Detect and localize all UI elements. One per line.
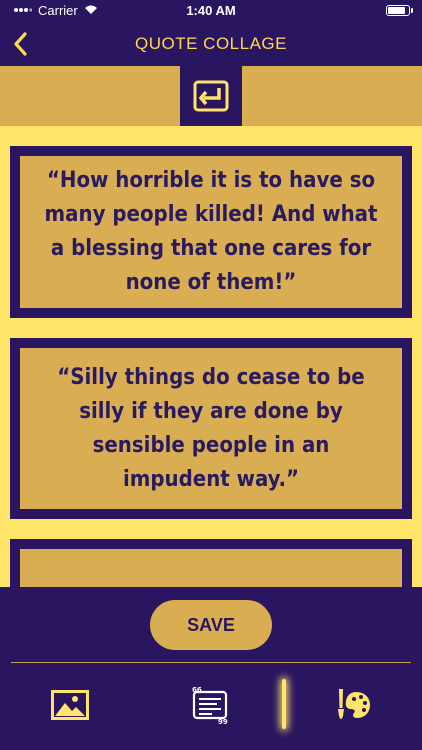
image-icon xyxy=(51,690,89,720)
battery-icon xyxy=(386,5,413,16)
nav-bar: QUOTE COLLAGE xyxy=(0,22,422,66)
page-title: QUOTE COLLAGE xyxy=(135,34,287,53)
quote-tool-button[interactable]: 66 99 xyxy=(188,685,232,725)
status-bar: Carrier 1:40 AM xyxy=(0,0,422,22)
quote-card[interactable] xyxy=(10,539,412,587)
style-tool-button[interactable] xyxy=(330,685,374,725)
quote-card-body: “Silly things do cease to be silly if th… xyxy=(20,348,402,509)
status-time: 1:40 AM xyxy=(186,3,236,18)
active-tool-indicator xyxy=(282,679,286,729)
layout-selector-band xyxy=(0,66,422,126)
layout-tab[interactable] xyxy=(180,66,242,126)
quote-card[interactable]: “How horrible it is to have so many peop… xyxy=(10,146,412,318)
quote-collage-area: “How horrible it is to have so many peop… xyxy=(0,126,422,587)
quote-card-body xyxy=(20,549,402,587)
save-button[interactable]: SAVE xyxy=(150,600,272,650)
quote-card[interactable]: “Silly things do cease to be silly if th… xyxy=(10,338,412,519)
quote-text-icon: 66 99 xyxy=(192,686,228,724)
svg-text:66: 66 xyxy=(192,686,202,694)
return-arrow-icon xyxy=(193,80,229,112)
bottom-panel: SAVE 66 99 xyxy=(0,587,422,750)
divider xyxy=(11,662,411,663)
quote-text: “Silly things do cease to be silly if th… xyxy=(57,364,365,492)
image-tool-button[interactable] xyxy=(48,685,92,725)
quote-card-body: “How horrible it is to have so many peop… xyxy=(20,156,402,308)
svg-text:99: 99 xyxy=(218,718,228,724)
quote-text: “How horrible it is to have so many peop… xyxy=(44,168,378,295)
palette-brush-icon xyxy=(338,689,370,719)
